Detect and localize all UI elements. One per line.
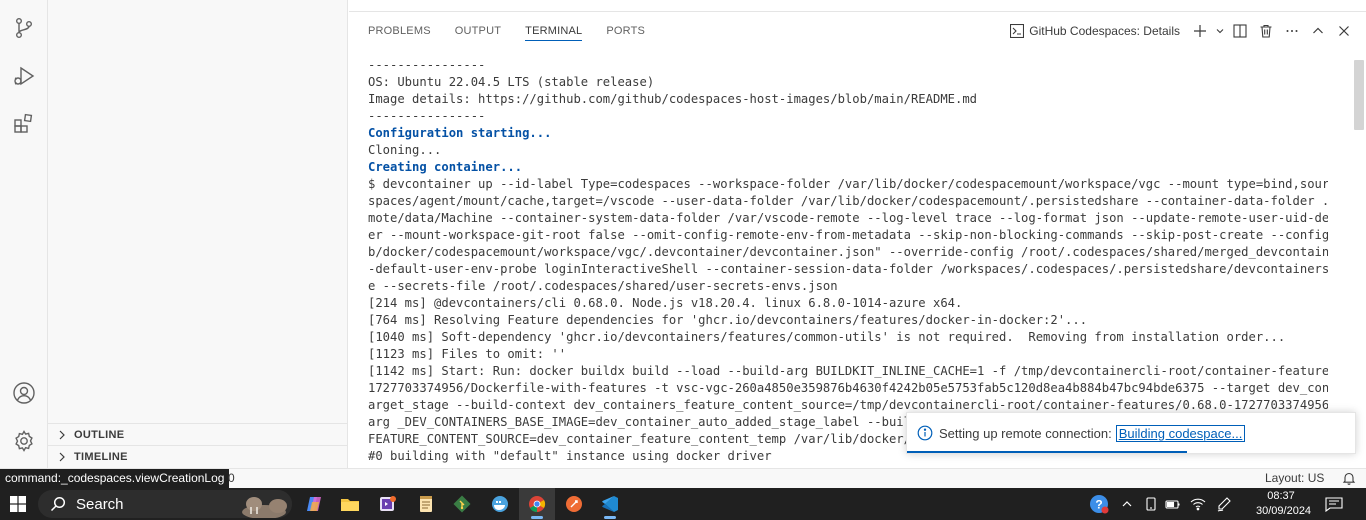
notification-center-icon[interactable] [1322,488,1346,520]
tab-terminal[interactable]: TERMINAL [517,13,590,49]
terminal-line: er --mount-workspace-git-root false --om… [368,228,1328,242]
maximize-panel-icon[interactable] [1306,20,1330,42]
notepad-app-icon[interactable] [408,488,444,520]
terminal-line: [764 ms] Resolving Feature dependencies … [368,313,1088,327]
bottom-panel: PROBLEMS OUTPUT TERMINAL PORTS GitHub Co… [349,13,1366,468]
terminal-line: [1142 ms] Start: Run: docker buildx buil… [368,364,1328,378]
tab-ports[interactable]: PORTS [598,13,653,49]
notification-toast: Setting up remote connection: Building c… [906,412,1356,454]
terminal-icon [1010,24,1025,38]
keyboard-layout[interactable]: Layout: US [1265,471,1324,485]
taskbar-search-box[interactable]: Search [38,490,292,518]
timeline-section-header[interactable]: TIMELINE [48,445,348,467]
side-bar: OUTLINE TIMELINE [48,0,348,468]
terminal-line: spaces/agent/mount/cache,target=/vscode … [368,194,1328,208]
terminal-line: e --secrets-file /root/.codespaces/share… [368,279,838,293]
run-debug-icon[interactable] [0,52,48,100]
terminal-line: ---------------- [368,109,486,123]
vscode-app-icon[interactable] [592,488,628,520]
battery-icon[interactable] [1163,488,1183,520]
wifi-icon[interactable] [1188,488,1208,520]
accounts-icon[interactable] [0,369,48,417]
taskbar-clock[interactable]: 08:37 30/09/2024 [1256,489,1312,519]
chevron-right-icon [54,449,70,465]
terminal-line: ---------------- [368,58,486,72]
clock-time: 08:37 [1267,490,1295,502]
close-panel-icon[interactable] [1332,20,1356,42]
terminal-line: [1040 ms] Soft-dependency 'ghcr.io/devco… [368,330,1286,344]
postman-app-icon[interactable] [556,488,592,520]
docker-app-icon[interactable] [482,488,518,520]
terminal-line: $ devcontainer up --id-label Type=codesp… [368,177,1328,191]
terminal-line: 1727703374956/Dockerfile-with-features -… [368,381,1328,395]
tab-problems[interactable]: PROBLEMS [360,13,439,49]
split-terminal-icon[interactable] [1228,20,1252,42]
chevron-down-icon[interactable] [1214,20,1226,42]
terminal-name: GitHub Codespaces: Details [1029,24,1180,38]
extensions-icon[interactable] [0,100,48,148]
trash-icon[interactable] [1254,20,1278,42]
building-codespace-link[interactable]: Building codespace... [1115,424,1246,442]
outline-label: OUTLINE [74,428,125,441]
tab-output[interactable]: OUTPUT [447,13,509,49]
chevron-right-icon [54,427,70,443]
status-bar: command:_codespaces.viewCreationLog 0 La… [0,468,1366,489]
visual-studio-app-icon[interactable] [370,488,406,520]
notification-message: Setting up remote connection: [939,425,1112,441]
terminal-line: [214 ms] @devcontainers/cli 0.68.0. Node… [368,296,963,310]
help-icon[interactable]: ? [1086,488,1112,520]
pen-icon[interactable] [1214,488,1234,520]
manage-gear-icon[interactable] [0,417,48,465]
terminal-line: Configuration starting... [368,126,552,140]
search-label: Search [76,495,124,513]
status-count[interactable]: 0 [228,471,235,485]
search-icon [50,496,66,512]
panel-actions: GitHub Codespaces: Details [1010,13,1356,49]
terminal-output[interactable]: ---------------- OS: Ubuntu 22.04.5 LTS (… [368,57,1328,467]
clock-date: 30/09/2024 [1256,505,1312,517]
activity-bar [0,0,48,468]
timeline-label: TIMELINE [74,450,128,463]
outline-section-header[interactable]: OUTLINE [48,423,348,445]
terminal-line: Image details: https://github.com/github… [368,92,978,106]
notification-progress-bar [907,451,1187,453]
source-control-icon[interactable] [0,4,48,52]
terminal-line: mote/data/Machine --container-system-dat… [368,211,1328,225]
new-terminal-plus-icon[interactable] [1188,20,1212,42]
terminal-selector[interactable]: GitHub Codespaces: Details [1010,24,1180,38]
terminal-line: -default-user-env-probe loginInteractive… [368,262,1328,276]
search-highlight-walrus-image [232,490,292,518]
terminal-line: Creating container... [368,160,523,174]
windows-taskbar: Search ? 08:37 30/09/2024 [0,488,1366,520]
panel-tabs: PROBLEMS OUTPUT TERMINAL PORTS [349,13,653,49]
chrome-app-icon[interactable] [519,488,555,520]
terminal-line: [1123 ms] Files to omit: '' [368,347,567,361]
info-icon [917,425,933,441]
terminal-line: OS: Ubuntu 22.04.5 LTS (stable release) [368,75,655,89]
git-app-icon[interactable] [444,488,480,520]
command-tooltip: command:_codespaces.viewCreationLog [0,469,230,489]
show-hidden-icons-chevron-icon[interactable] [1118,488,1136,520]
editor-area [349,0,1366,12]
copilot-app-icon[interactable] [296,488,332,520]
terminal-line: Cloning... [368,143,442,157]
more-actions-icon[interactable] [1280,20,1304,42]
scrollbar-thumb[interactable] [1354,60,1364,130]
device-icon[interactable] [1141,488,1161,520]
windows-start-icon[interactable] [0,488,36,520]
notifications-bell-icon[interactable] [1342,471,1356,488]
terminal-line: b/docker/codespacemount/workspace/vgc/.d… [368,245,1328,259]
file-explorer-icon[interactable] [332,488,368,520]
vscode-window: OUTLINE TIMELINE PROBLEMS OUTPUT TERMINA… [0,0,1366,489]
